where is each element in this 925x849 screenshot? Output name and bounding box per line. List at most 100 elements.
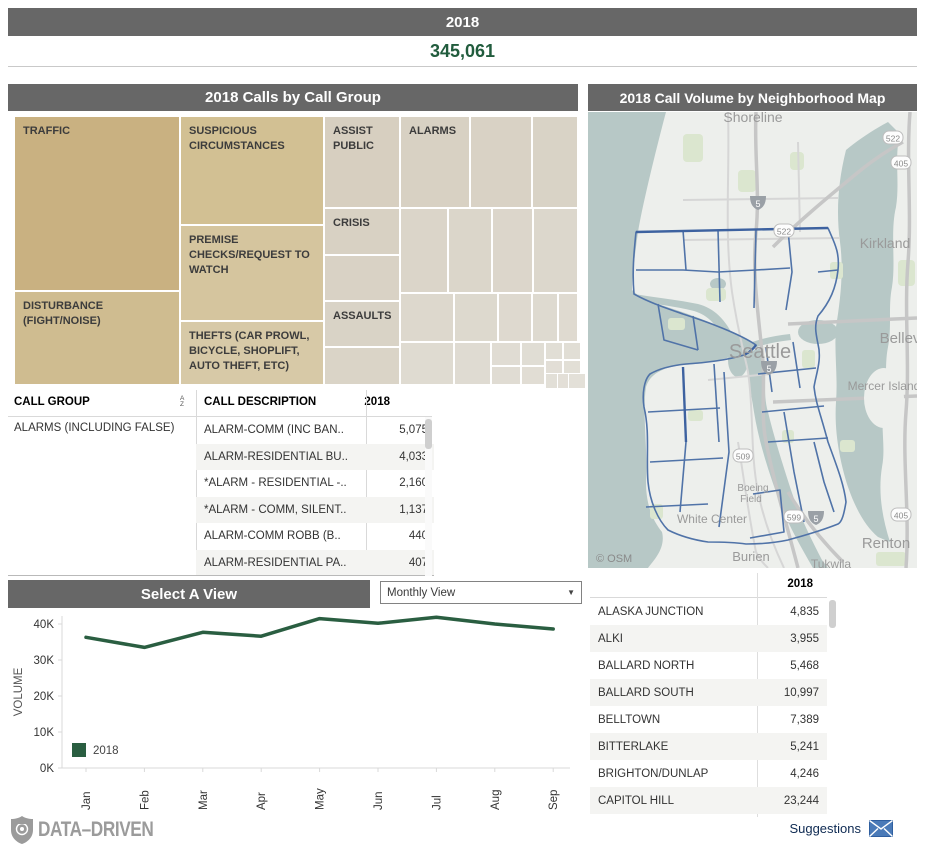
treemap-box[interactable]: [448, 208, 492, 293]
chevron-down-icon: ▼: [567, 588, 575, 597]
scrollbar-thumb[interactable]: [425, 419, 432, 449]
treemap-box[interactable]: [470, 116, 532, 208]
treemap-box[interactable]: [492, 208, 533, 293]
treemap-box[interactable]: [568, 373, 586, 389]
neighborhood-row[interactable]: BITTERLAKE 5,241: [590, 733, 827, 760]
treemap-box[interactable]: [400, 293, 454, 342]
treemap-box[interactable]: [521, 366, 545, 385]
sort-az-icon[interactable]: AZ: [180, 396, 184, 408]
data-driven-logo: DATA–DRIVEN: [10, 816, 179, 844]
treemap-box[interactable]: [563, 342, 581, 360]
neighborhood-row[interactable]: ALKI 3,955: [590, 625, 827, 652]
call-table-row[interactable]: ALARM-RESIDENTIAL BU.. 4,033: [196, 444, 434, 471]
treemap-box[interactable]: [498, 293, 532, 342]
neighborhood-row[interactable]: BRIGHTON/DUNLAP 4,246: [590, 760, 827, 787]
neighborhood-name-cell: BELLTOWN: [590, 714, 749, 726]
call-description-cell: ALARM-RESIDENTIAL BU..: [196, 451, 366, 463]
y-axis-tick: 30K: [34, 655, 55, 667]
call-count-cell: 440: [366, 530, 434, 542]
call-table-row[interactable]: ALARM-COMM (INC BAN.. 5,075: [196, 417, 434, 444]
envelope-icon[interactable]: [869, 820, 893, 837]
neighborhood-count-cell: 10,997: [749, 687, 827, 699]
neighborhood-row[interactable]: BALLARD SOUTH 10,997: [590, 679, 827, 706]
map-place-label: Boeing: [737, 483, 768, 494]
call-description-column-header[interactable]: CALL DESCRIPTION: [204, 396, 316, 408]
neighborhood-count-cell: 7,389: [749, 714, 827, 726]
treemap-box-assaults[interactable]: ASSAULTS: [324, 301, 400, 347]
map-place-label: Mercer Island: [848, 379, 917, 393]
map-attribution: © OSM: [596, 553, 632, 565]
call-description-cell: *ALARM - RESIDENTIAL -..: [196, 477, 366, 489]
call-table-row[interactable]: *ALARM - COMM, SILENT.. 1,137: [196, 497, 434, 524]
neighborhood-row[interactable]: CAPITOL HILL 23,244: [590, 787, 827, 814]
call-group-column-header[interactable]: CALL GROUP: [14, 396, 90, 408]
brand-name: DATA–DRIVEN: [38, 818, 153, 842]
call-table-row[interactable]: *ALARM - RESIDENTIAL -.. 2,160: [196, 470, 434, 497]
mercer-island: [864, 368, 904, 428]
treemap-box[interactable]: [491, 366, 521, 385]
treemap-box-premise-checks-request-to-watch[interactable]: PREMISE CHECKS/REQUEST TO WATCH: [180, 225, 324, 321]
total-calls-value: 345,061: [430, 41, 495, 62]
neighborhood-name-cell: ALASKA JUNCTION: [590, 606, 749, 618]
neighborhood-row[interactable]: BELLTOWN 7,389: [590, 706, 827, 733]
call-table-row[interactable]: ALARM-RESIDENTIAL PA.. 407: [196, 550, 434, 577]
neighborhood-row[interactable]: BALLARD NORTH 5,468: [590, 652, 827, 679]
map-panel-title: 2018 Call Volume by Neighborhood Map: [588, 84, 917, 111]
treemap-box[interactable]: [400, 342, 454, 385]
treemap-box-suspicious-circumstances[interactable]: SUSPICIOUS CIRCUMSTANCES: [180, 116, 324, 225]
call-table-row[interactable]: ALARM-COMM ROBB (B.. 440: [196, 523, 434, 550]
scrollbar-thumb[interactable]: [829, 600, 836, 628]
map-place-label: Field: [740, 494, 762, 505]
neighborhood-count-cell: 4,246: [749, 768, 827, 780]
route-shield: 405: [891, 156, 911, 169]
treemap-box-disturbance-fight-noise[interactable]: DISTURBANCE (FIGHT/NOISE): [14, 291, 180, 385]
treemap-box[interactable]: [454, 342, 491, 385]
call-count-cell: 5,075: [366, 424, 434, 436]
treemap-box[interactable]: [491, 342, 521, 366]
treemap-box[interactable]: [533, 208, 578, 293]
call-description-cell: ALARM-RESIDENTIAL PA..: [196, 557, 366, 569]
treemap-box[interactable]: [324, 347, 400, 385]
call-group-cell[interactable]: ALARMS (INCLUDING FALSE): [14, 422, 174, 434]
view-dropdown[interactable]: Monthly View ▼: [380, 581, 582, 604]
x-axis-tick: Jun: [373, 791, 385, 810]
volume-line-series[interactable]: [86, 617, 553, 647]
route-shield: 522: [774, 224, 794, 237]
neighborhood-map[interactable]: ShorelineKirklandBellevMercer IslandSeat…: [588, 112, 917, 568]
call-count-cell: 2,160: [366, 477, 434, 489]
treemap-box[interactable]: [545, 342, 563, 360]
monthly-volume-chart: 0K10K20K30K40KVOLUMEJanFebMarAprMayJunJu…: [8, 608, 578, 813]
neighborhood-volume-table: 2018 ALASKA JUNCTION 4,835ALKI 3,955BALL…: [590, 573, 837, 817]
legend-label: 2018: [93, 745, 119, 757]
treemap-box-assist-public[interactable]: ASSIST PUBLIC: [324, 116, 400, 208]
map-title-text: 2018 Call Volume by Neighborhood Map: [620, 90, 886, 106]
call-group-treemap: TRAFFICDISTURBANCE (FIGHT/NOISE)SUSPICIO…: [14, 116, 578, 385]
svg-text:522: 522: [777, 227, 791, 237]
treemap-box[interactable]: [558, 293, 578, 342]
treemap-box-thefts-car-prowl-bicycle-shoplift-auto-theft-etc[interactable]: THEFTS (CAR PROWL, BICYCLE, SHOPLIFT, AU…: [180, 321, 324, 385]
call-count-cell: 407: [366, 557, 434, 569]
y-axis-tick: 0K: [40, 763, 54, 775]
treemap-box-traffic[interactable]: TRAFFIC: [14, 116, 180, 291]
neighborhood-year-header[interactable]: 2018: [787, 578, 813, 590]
map-place-label: White Center: [677, 512, 747, 526]
svg-text:5: 5: [813, 514, 818, 524]
treemap-box[interactable]: [324, 255, 400, 301]
suggestions-link[interactable]: Suggestions: [789, 820, 893, 837]
map-canvas[interactable]: ShorelineKirklandBellevMercer IslandSeat…: [588, 112, 917, 568]
treemap-box[interactable]: [532, 116, 578, 208]
svg-text:522: 522: [886, 134, 900, 144]
year-column-header[interactable]: 2018: [364, 396, 390, 408]
treemap-box[interactable]: [400, 208, 448, 293]
treemap-box-crisis[interactable]: CRISIS: [324, 208, 400, 255]
treemap-box[interactable]: [532, 293, 558, 342]
treemap-box-alarms[interactable]: ALARMS: [400, 116, 470, 208]
neighborhood-count-cell: 23,244: [749, 795, 827, 807]
treemap-box[interactable]: [521, 342, 545, 366]
call-table-scrollbar[interactable]: [425, 417, 432, 576]
neighborhood-table-scrollbar[interactable]: [829, 597, 836, 817]
select-view-title: Select A View: [8, 580, 370, 608]
neighborhood-row[interactable]: ALASKA JUNCTION 4,835: [590, 598, 827, 625]
treemap-box[interactable]: [454, 293, 498, 342]
year-label: 2018: [446, 14, 479, 31]
